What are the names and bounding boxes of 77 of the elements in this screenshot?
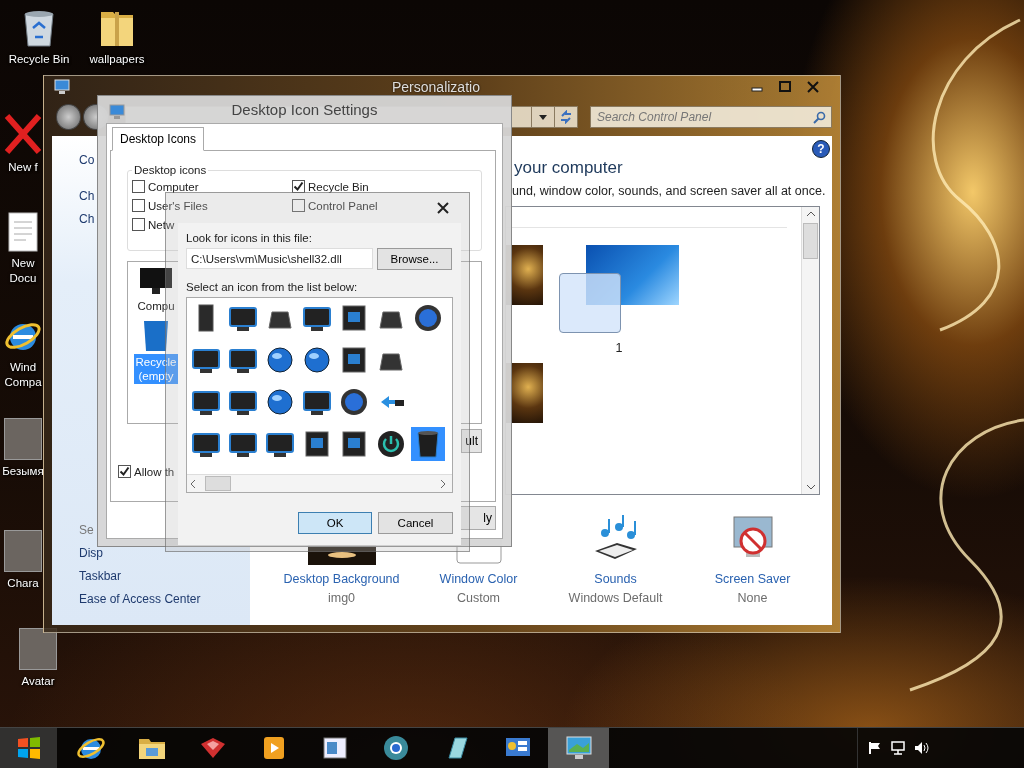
start-button[interactable] xyxy=(0,728,57,768)
apply-button[interactable]: ly xyxy=(459,506,496,530)
checkbox-label[interactable]: Recycle Bin xyxy=(308,180,369,193)
help-button[interactable]: ? xyxy=(812,140,830,158)
setting-value: Custom xyxy=(456,591,501,605)
checkbox[interactable] xyxy=(118,465,131,478)
monitor-icon xyxy=(109,104,125,120)
volume-icon[interactable] xyxy=(914,741,930,755)
back-button[interactable] xyxy=(56,104,82,130)
theme-label: 1 xyxy=(615,341,623,355)
setting-value: img0 xyxy=(327,591,356,605)
page-description: und, window color, sounds, and screen saver all at once. xyxy=(512,184,827,198)
ok-button[interactable]: OK xyxy=(298,512,372,534)
group-label: Desktop icons xyxy=(133,164,208,176)
desktop-icon-label[interactable]: Avatar xyxy=(21,674,55,689)
sidebar-link[interactable]: Taskbar xyxy=(79,568,122,584)
restore-default-button[interactable]: ult xyxy=(461,429,482,453)
scroll-thumb[interactable] xyxy=(205,476,231,491)
cancel-button[interactable]: Cancel xyxy=(378,512,453,534)
recycle-bin-icon[interactable] xyxy=(22,8,56,48)
list-label: Select an icon from the list below: xyxy=(186,281,359,293)
refresh-icon[interactable] xyxy=(559,110,573,124)
window-color-swatch xyxy=(559,273,621,333)
checkbox[interactable] xyxy=(132,218,145,231)
bin-icon[interactable] xyxy=(411,427,445,461)
icon-label[interactable]: Compu xyxy=(135,298,177,314)
scrollbar[interactable] xyxy=(801,207,819,494)
see-also-heading: Se xyxy=(79,522,94,538)
sidebar-link[interactable]: Ch xyxy=(79,211,95,227)
search-icon[interactable] xyxy=(813,111,826,124)
close-button[interactable] xyxy=(437,202,449,214)
search-field[interactable]: Search Control Panel xyxy=(590,106,832,128)
desktop-icon-label[interactable]: Безымя xyxy=(2,464,44,479)
setting-link[interactable]: Screen Saver xyxy=(714,572,791,586)
flag-icon[interactable] xyxy=(868,741,882,755)
bin-icon[interactable] xyxy=(141,318,171,352)
monitor-icon xyxy=(54,79,70,95)
checkbox-label[interactable]: Computer xyxy=(148,180,199,193)
checkbox-label[interactable]: Allow th xyxy=(134,465,175,478)
cross-icon[interactable] xyxy=(3,112,43,156)
checkbox-label[interactable]: Netw xyxy=(148,218,175,231)
file-path-field[interactable]: C:\Users\vm\Music\shell32.dll xyxy=(186,248,373,269)
desktop-icon-label[interactable]: Recycle Bin xyxy=(8,52,70,67)
monitor-icon[interactable] xyxy=(138,266,174,296)
page-heading: your computer xyxy=(514,158,624,178)
window-title: Personalizatio xyxy=(392,79,480,95)
browse-button[interactable]: Browse... xyxy=(377,248,452,270)
horizontal-scrollbar[interactable] xyxy=(187,474,452,492)
desktop-icon-label[interactable]: wallpapers xyxy=(89,52,145,67)
setting-value: Windows Default xyxy=(568,591,663,605)
desktop-icon-label[interactable]: New Docu xyxy=(0,256,46,286)
setting-link[interactable]: Sounds xyxy=(594,572,637,586)
dialog-title: Desktop Icon Settings xyxy=(231,101,378,118)
desktop-icon-label[interactable]: Chara xyxy=(7,576,39,591)
sidebar-link[interactable]: Ch xyxy=(79,188,95,204)
setting-value: None xyxy=(737,591,768,605)
desktop-icon-label[interactable]: Wind Compa xyxy=(0,360,46,390)
desktop-icon-label[interactable]: New f xyxy=(8,160,38,175)
sidebar-link[interactable]: Co xyxy=(79,152,95,168)
checkbox-label[interactable]: Control Panel xyxy=(308,199,378,212)
checkbox-label[interactable]: User's Files xyxy=(148,199,208,212)
document-icon[interactable] xyxy=(8,212,38,252)
sidebar-link[interactable]: Ease of Access Center xyxy=(79,591,201,607)
checkbox[interactable] xyxy=(292,199,305,212)
scroll-thumb[interactable] xyxy=(803,223,818,259)
windows-logo-icon[interactable] xyxy=(15,736,42,760)
photo-placeholder[interactable] xyxy=(19,628,57,670)
field-label: Look for icons in this file: xyxy=(186,232,312,244)
sidebar-link[interactable]: Disp xyxy=(79,545,103,561)
checkbox[interactable] xyxy=(132,180,145,193)
dropdown-caret-icon[interactable] xyxy=(539,114,547,120)
checkbox[interactable] xyxy=(132,199,145,212)
setting-link[interactable]: Desktop Background xyxy=(283,572,400,586)
tab[interactable]: Desktop Icons xyxy=(112,127,205,151)
checkbox[interactable] xyxy=(292,180,305,193)
network-icon[interactable] xyxy=(890,741,906,755)
setting-link[interactable]: Window Color xyxy=(439,572,518,586)
